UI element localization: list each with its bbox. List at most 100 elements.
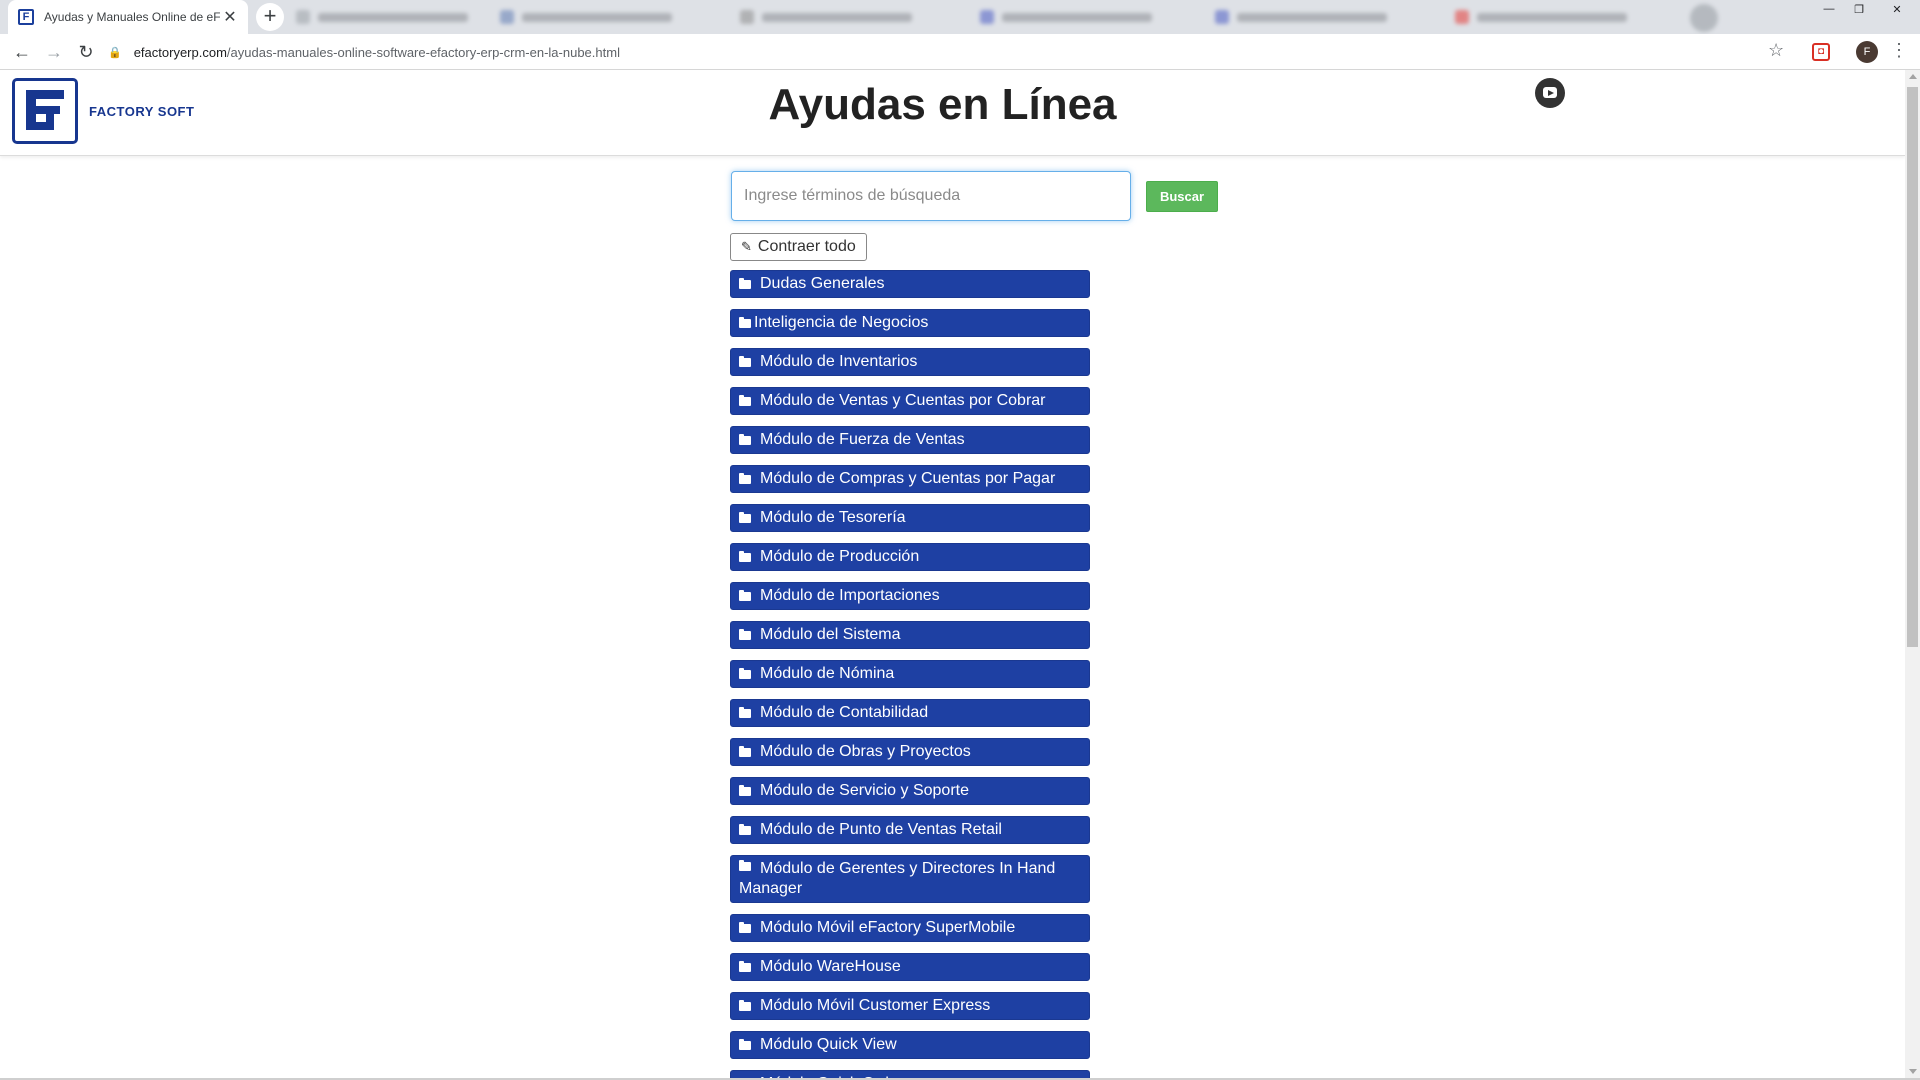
- reload-icon[interactable]: ↻: [74, 40, 98, 64]
- folder-icon: [739, 629, 751, 640]
- folder-icon: [739, 824, 751, 835]
- category-label: Módulo Móvil eFactory SuperMobile: [760, 919, 1016, 936]
- bookmark-star-icon[interactable]: ☆: [1768, 40, 1784, 61]
- folder-icon: [739, 1039, 751, 1050]
- forward-arrow-icon[interactable]: →: [42, 40, 66, 64]
- folder-icon: [739, 473, 751, 484]
- category-label: Módulo de Tesorería: [760, 509, 906, 526]
- category-label: Módulo de Importaciones: [760, 587, 940, 604]
- profile-avatar[interactable]: F: [1856, 41, 1878, 63]
- category-label: Dudas Generales: [760, 275, 885, 292]
- background-tab[interactable]: [296, 8, 468, 26]
- scrollbar-thumb[interactable]: [1907, 87, 1918, 647]
- scroll-down-arrow-icon[interactable]: [1909, 1069, 1917, 1074]
- background-tab[interactable]: [1215, 8, 1387, 26]
- address-bar[interactable]: 🔒 efactoryerp.com/ayudas-manuales-online…: [108, 38, 1788, 66]
- folder-icon: [739, 860, 751, 871]
- folder-icon: [739, 356, 751, 367]
- category-item[interactable]: Módulo Quick Orders: [730, 1070, 1090, 1078]
- category-item[interactable]: Módulo de Compras y Cuentas por Pagar: [730, 465, 1090, 493]
- category-label: Módulo de Producción: [760, 548, 920, 565]
- folder-icon: [739, 785, 751, 796]
- background-tab[interactable]: [500, 8, 672, 26]
- category-label: Inteligencia de Negocios: [754, 314, 929, 331]
- folder-icon: [739, 512, 751, 523]
- folder-icon: [739, 590, 751, 601]
- site-favicon-icon: F: [18, 9, 34, 25]
- search-input[interactable]: [731, 171, 1131, 221]
- restore-icon[interactable]: ❐: [1844, 0, 1874, 18]
- category-item[interactable]: Módulo de Fuerza de Ventas: [730, 426, 1090, 454]
- category-list: Dudas Generales Inteligencia de Negocios M…: [730, 270, 1090, 1078]
- category-label: Módulo de Fuerza de Ventas: [760, 431, 965, 448]
- category-item[interactable]: Módulo de Gerentes y Directores In Hand …: [730, 855, 1090, 903]
- collapse-all-label: Contraer todo: [757, 238, 856, 255]
- folder-icon: [739, 278, 751, 289]
- category-item[interactable]: Módulo Móvil Customer Express: [730, 992, 1090, 1020]
- category-item[interactable]: Módulo de Inventarios: [730, 348, 1090, 376]
- category-item[interactable]: Módulo de Producción: [730, 543, 1090, 571]
- category-item[interactable]: Módulo de Contabilidad: [730, 699, 1090, 727]
- tab-title: Ayudas y Manuales Online de eF: [44, 10, 220, 24]
- tab-close-icon[interactable]: ✕: [220, 7, 240, 27]
- category-label: Módulo de Nómina: [760, 665, 895, 682]
- category-label: Módulo del Sistema: [760, 626, 901, 643]
- lock-icon: 🔒: [108, 46, 122, 59]
- youtube-icon[interactable]: [1535, 78, 1565, 108]
- extension-icon[interactable]: ◘: [1812, 43, 1830, 61]
- category-item[interactable]: Módulo de Servicio y Soporte: [730, 777, 1090, 805]
- browser-tab-bar: F Ayudas y Manuales Online de eF ✕ + — ❐…: [0, 0, 1920, 34]
- category-item[interactable]: Dudas Generales: [730, 270, 1090, 298]
- category-label: Módulo de Compras y Cuentas por Pagar: [760, 470, 1056, 487]
- category-label: Módulo de Contabilidad: [760, 704, 929, 721]
- folder-icon: [739, 707, 751, 718]
- folder-icon: [739, 434, 751, 445]
- category-item[interactable]: Módulo WareHouse: [730, 953, 1090, 981]
- pin-icon: ✎: [741, 239, 752, 254]
- category-item[interactable]: Módulo Móvil eFactory SuperMobile: [730, 914, 1090, 942]
- folder-icon: [739, 551, 751, 562]
- background-tab[interactable]: [740, 8, 912, 26]
- folder-icon: [739, 922, 751, 933]
- category-label: Módulo de Servicio y Soporte: [760, 782, 969, 799]
- scroll-up-arrow-icon[interactable]: [1909, 74, 1917, 79]
- url-host: efactoryerp.com: [133, 44, 227, 60]
- category-item[interactable]: Módulo Quick View: [730, 1031, 1090, 1059]
- folder-icon: [739, 395, 751, 406]
- profile-avatar[interactable]: [1690, 4, 1718, 32]
- folder-icon: [739, 961, 751, 972]
- site-header: FACTORY SOFT Ayudas en Línea: [0, 70, 1905, 156]
- new-tab-button[interactable]: +: [256, 3, 284, 31]
- folder-icon: [739, 668, 751, 679]
- search-button[interactable]: Buscar: [1146, 181, 1218, 212]
- close-window-icon[interactable]: ✕: [1874, 0, 1920, 18]
- folder-icon: [739, 746, 751, 757]
- category-item[interactable]: Módulo de Nómina: [730, 660, 1090, 688]
- category-item[interactable]: Inteligencia de Negocios: [730, 309, 1090, 337]
- category-item[interactable]: Módulo de Importaciones: [730, 582, 1090, 610]
- category-label: Módulo de Obras y Proyectos: [760, 743, 971, 760]
- background-tab[interactable]: [980, 8, 1152, 26]
- category-label: Módulo de Ventas y Cuentas por Cobrar: [760, 392, 1046, 409]
- category-item[interactable]: Módulo de Punto de Ventas Retail: [730, 816, 1090, 844]
- category-item[interactable]: Módulo de Obras y Proyectos: [730, 738, 1090, 766]
- browser-menu-icon[interactable]: ⋮: [1890, 40, 1908, 61]
- category-label: Módulo WareHouse: [760, 958, 901, 975]
- browser-tab-active[interactable]: F Ayudas y Manuales Online de eF ✕: [8, 0, 248, 34]
- page-title: Ayudas en Línea: [768, 80, 1117, 129]
- page-scrollbar[interactable]: [1905, 70, 1920, 1078]
- category-item[interactable]: Módulo del Sistema: [730, 621, 1090, 649]
- minimize-icon[interactable]: —: [1814, 0, 1844, 18]
- category-label: Módulo Móvil Customer Express: [760, 997, 991, 1014]
- category-item[interactable]: Módulo de Ventas y Cuentas por Cobrar: [730, 387, 1090, 415]
- category-label: Módulo de Punto de Ventas Retail: [760, 821, 1002, 838]
- category-label: Módulo Quick View: [760, 1036, 897, 1053]
- browser-toolbar: ← → ↻ 🔒 efactoryerp.com/ayudas-manuales-…: [0, 34, 1920, 70]
- category-item[interactable]: Módulo de Tesorería: [730, 504, 1090, 532]
- category-label: Módulo de Gerentes y Directores In Hand …: [739, 860, 1056, 897]
- background-tab[interactable]: [1455, 8, 1627, 26]
- back-arrow-icon[interactable]: ←: [10, 40, 34, 64]
- collapse-all-button[interactable]: ✎ Contraer todo: [730, 233, 867, 261]
- folder-icon: [739, 317, 751, 328]
- window-controls: — ❐ ✕: [1814, 0, 1920, 18]
